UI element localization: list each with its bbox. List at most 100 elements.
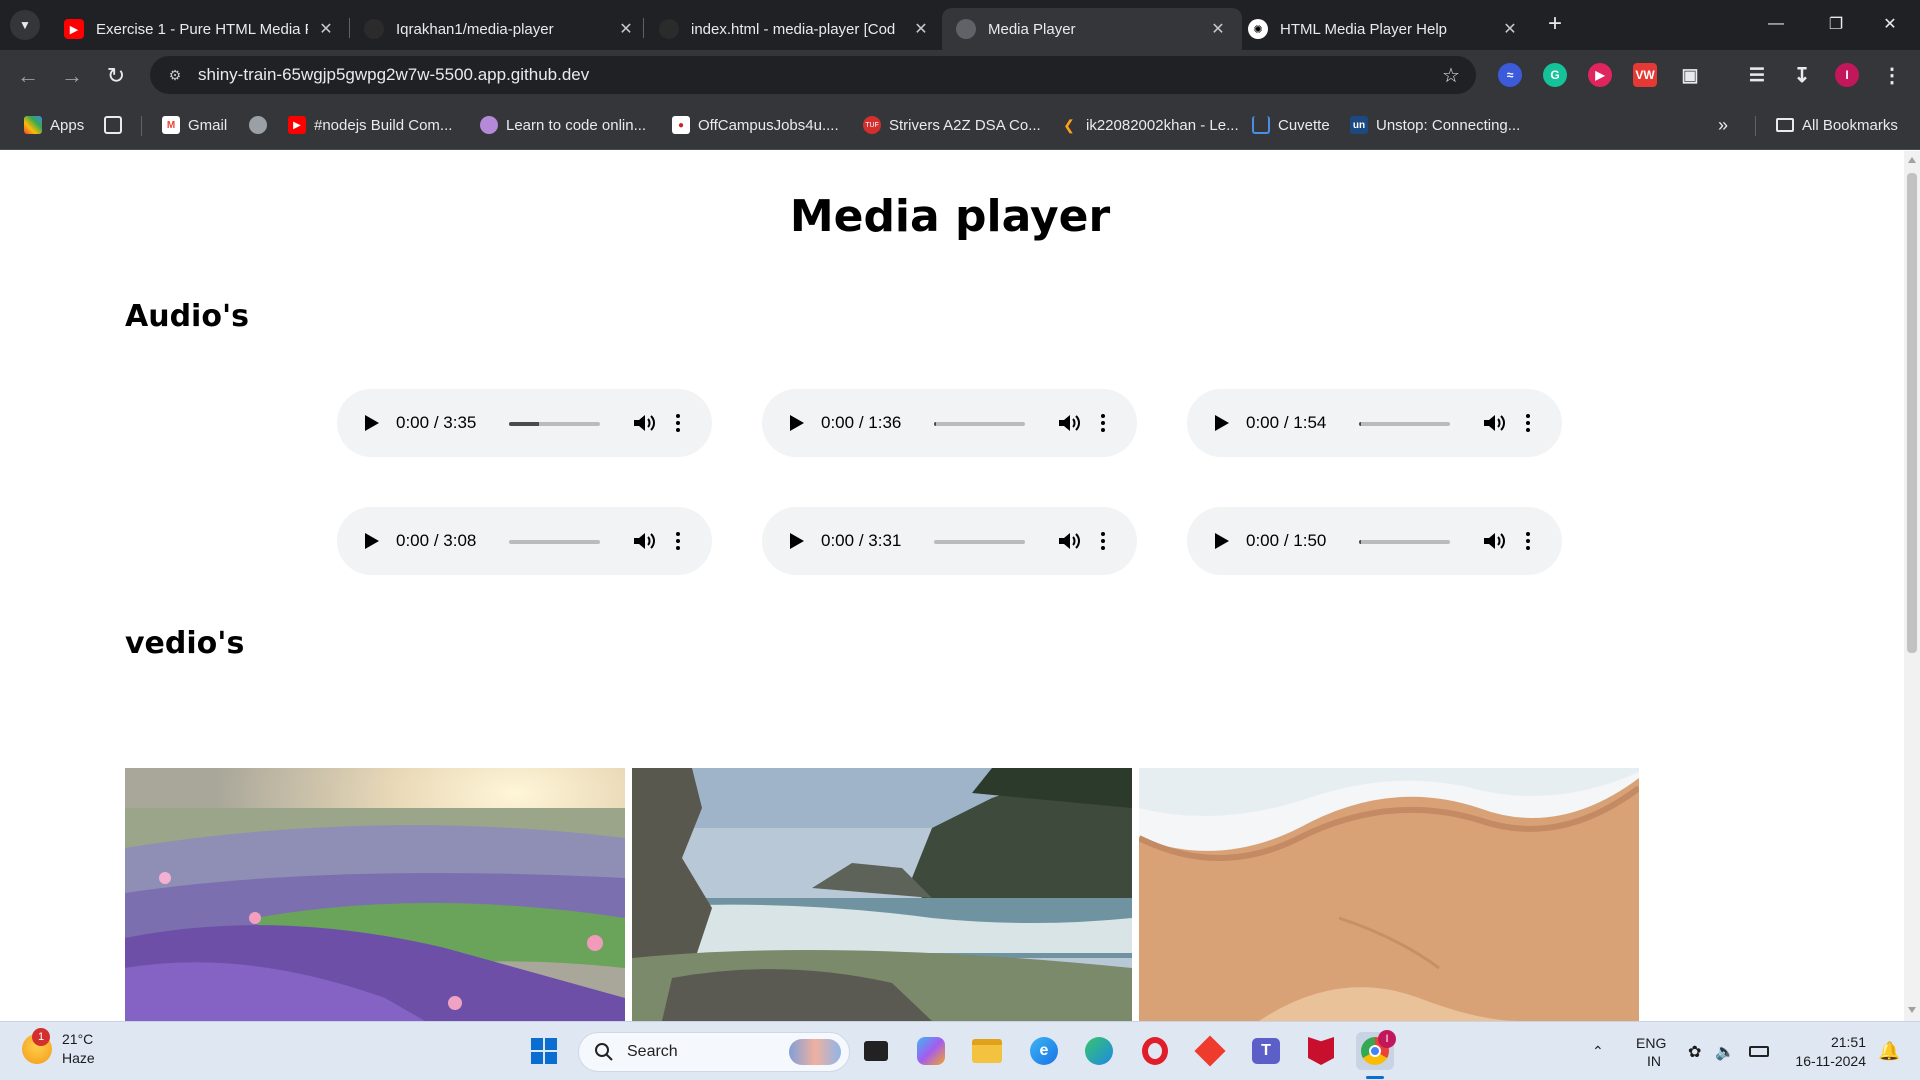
grammarly-icon[interactable]: G [1543, 63, 1567, 87]
edge-dev-icon[interactable]: e [1025, 1032, 1063, 1070]
play-icon[interactable] [1215, 533, 1229, 549]
extensions-puzzle-icon[interactable]: ▣ [1678, 63, 1702, 87]
more-options-icon[interactable] [1523, 529, 1533, 553]
audio-player[interactable]: 0:00 / 3:35 [337, 389, 712, 457]
chrome-taskbar-icon[interactable]: I [1356, 1030, 1396, 1070]
opera-icon[interactable] [1136, 1032, 1174, 1070]
new-tab-button[interactable]: + [1542, 12, 1568, 38]
audio-player[interactable]: 0:00 / 1:36 [762, 389, 1137, 457]
more-options-icon[interactable] [673, 411, 683, 435]
minimize-button[interactable]: — [1746, 0, 1806, 48]
language-indicator[interactable]: ENG IN [1636, 1022, 1666, 1080]
more-options-icon[interactable] [1523, 411, 1533, 435]
tab-exercise[interactable]: ▶ Exercise 1 - Pure HTML Media P ✕ [50, 8, 350, 50]
notification-bell-icon[interactable]: 🔔 [1878, 1022, 1900, 1080]
play-icon[interactable] [790, 415, 804, 431]
audio-player[interactable]: 0:00 / 1:50 [1187, 507, 1562, 575]
audio-player[interactable]: 0:00 / 1:54 [1187, 389, 1562, 457]
close-icon[interactable]: ✕ [316, 19, 336, 39]
taskbar-search[interactable]: Search [578, 1032, 850, 1072]
teams-icon[interactable]: T [1247, 1032, 1285, 1070]
tab-media-player[interactable]: Media Player ✕ [942, 8, 1242, 50]
bookmarks-overflow-chevron-icon[interactable]: » [1718, 114, 1728, 136]
media-control-icon[interactable]: ☰ [1745, 63, 1769, 87]
page-scrollbar[interactable] [1904, 151, 1920, 1021]
seek-slider[interactable] [1359, 422, 1450, 426]
seek-slider[interactable] [934, 540, 1025, 544]
clock[interactable]: 21:51 16-11-2024 [1786, 1022, 1866, 1080]
scroll-down-arrow-icon[interactable] [1908, 1007, 1916, 1013]
rss-extension-icon[interactable]: ≈ [1498, 63, 1522, 87]
tab-search-button[interactable]: ▼ [10, 10, 40, 40]
audio-player[interactable]: 0:00 / 3:08 [337, 507, 712, 575]
more-options-icon[interactable] [1098, 411, 1108, 435]
bookmark-nodejs[interactable]: ▶ #nodejs Build Com... [288, 114, 452, 136]
close-icon[interactable]: ✕ [1500, 19, 1520, 39]
bookmark-cuvette[interactable]: Cuvette [1252, 114, 1330, 136]
system-tray-icons[interactable]: ✿ 🔈 [1688, 1022, 1770, 1080]
reload-button[interactable]: ↻ [100, 60, 132, 92]
clock-date: 16-11-2024 [1795, 1052, 1866, 1069]
tray-overflow-chevron-icon[interactable]: ⌃ [1592, 1022, 1604, 1080]
back-button[interactable]: ← [12, 60, 44, 92]
seek-slider[interactable] [509, 422, 600, 426]
volume-icon[interactable] [1056, 411, 1082, 435]
tab-github-repo[interactable]: Iqrakhan1/media-player ✕ [350, 8, 650, 50]
close-icon[interactable]: ✕ [1208, 19, 1228, 39]
volume-icon[interactable] [1056, 529, 1082, 553]
file-explorer-icon[interactable] [968, 1032, 1006, 1070]
scrollbar-thumb[interactable] [1907, 173, 1917, 653]
video-player-lavender[interactable] [125, 768, 625, 1021]
bookmark-grid[interactable] [104, 114, 130, 136]
menu-kebab-icon[interactable]: ⋮ [1880, 63, 1904, 87]
mcafee-icon[interactable] [1302, 1032, 1340, 1070]
more-options-icon[interactable] [673, 529, 683, 553]
bookmark-globe[interactable] [249, 114, 275, 136]
scroll-up-arrow-icon[interactable] [1908, 157, 1916, 163]
all-bookmarks-button[interactable]: All Bookmarks [1776, 114, 1898, 136]
edge-icon[interactable] [1080, 1032, 1118, 1070]
audio-player[interactable]: 0:00 / 3:31 [762, 507, 1137, 575]
profile-avatar[interactable]: I [1835, 63, 1859, 87]
anydesk-icon[interactable] [1191, 1032, 1229, 1070]
play-icon[interactable] [790, 533, 804, 549]
volume-icon[interactable] [1481, 411, 1507, 435]
tab-codespace[interactable]: index.html - media-player [Cod ✕ [645, 8, 945, 50]
forward-button[interactable]: → [56, 60, 88, 92]
close-icon[interactable]: ✕ [616, 19, 636, 39]
bookmark-offcampus[interactable]: ● OffCampusJobs4u.... [672, 114, 839, 136]
close-icon[interactable]: ✕ [911, 19, 931, 39]
vw-extension-icon[interactable]: VW [1633, 63, 1657, 87]
address-bar[interactable]: ⚙ shiny-train-65wgjp5gwpg2w7w-5500.app.g… [150, 56, 1476, 94]
seek-slider[interactable] [934, 422, 1025, 426]
bookmark-leetcode[interactable]: ❮ ik22082002khan - Le... [1060, 114, 1239, 136]
volume-icon[interactable] [631, 529, 657, 553]
site-info-icon[interactable]: ⚙ [164, 64, 186, 86]
play-icon[interactable] [1215, 415, 1229, 431]
record-extension-icon[interactable]: ▶ [1588, 63, 1612, 87]
windows-start-icon[interactable] [525, 1032, 563, 1070]
url-text[interactable]: shiny-train-65wgjp5gwpg2w7w-5500.app.git… [198, 65, 1436, 85]
bookmark-apps[interactable]: Apps [24, 114, 84, 136]
seek-slider[interactable] [509, 540, 600, 544]
video-player-beach[interactable] [1139, 768, 1639, 1021]
bookmark-unstop[interactable]: un Unstop: Connecting... [1350, 114, 1520, 136]
bookmark-learn-code[interactable]: Learn to code onlin... [480, 114, 646, 136]
close-window-button[interactable]: ✕ [1860, 0, 1920, 48]
play-icon[interactable] [365, 415, 379, 431]
tab-chatgpt[interactable]: ✺ HTML Media Player Help ✕ [1234, 8, 1534, 50]
task-view-icon[interactable] [857, 1032, 895, 1070]
copilot-icon[interactable] [912, 1032, 950, 1070]
play-icon[interactable] [365, 533, 379, 549]
video-player-coast[interactable] [632, 768, 1132, 1021]
seek-slider[interactable] [1359, 540, 1450, 544]
bookmark-gmail[interactable]: M Gmail [162, 114, 227, 136]
more-options-icon[interactable] [1098, 529, 1108, 553]
bookmark-strivers[interactable]: TUF Strivers A2Z DSA Co... [863, 114, 1041, 136]
volume-icon[interactable] [631, 411, 657, 435]
volume-icon[interactable] [1481, 529, 1507, 553]
restore-button[interactable]: ❐ [1806, 0, 1866, 48]
bookmark-star-icon[interactable]: ☆ [1436, 63, 1466, 88]
download-icon[interactable]: ↧ [1790, 63, 1814, 87]
weather-widget[interactable]: 1 21°C Haze [22, 1028, 95, 1068]
